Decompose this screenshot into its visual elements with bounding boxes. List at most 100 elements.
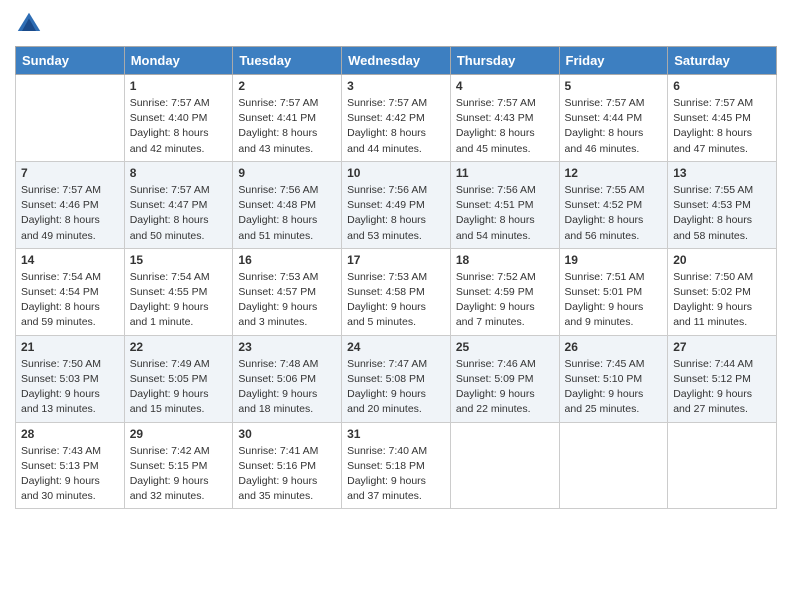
- calendar-cell: 4 Sunrise: 7:57 AM Sunset: 4:43 PM Daylig…: [450, 75, 559, 162]
- cell-info: Sunrise: 7:56 AM Sunset: 4:51 PM Dayligh…: [456, 183, 554, 244]
- day-number: 6: [673, 79, 771, 93]
- calendar-cell: 27 Sunrise: 7:44 AM Sunset: 5:12 PM Dayli…: [668, 335, 777, 422]
- calendar-cell: 10 Sunrise: 7:56 AM Sunset: 4:49 PM Dayli…: [342, 161, 451, 248]
- day-number: 1: [130, 79, 228, 93]
- day-number: 24: [347, 340, 445, 354]
- day-number: 25: [456, 340, 554, 354]
- day-number: 19: [565, 253, 663, 267]
- calendar-cell: 31 Sunrise: 7:40 AM Sunset: 5:18 PM Dayli…: [342, 422, 451, 509]
- day-number: 16: [238, 253, 336, 267]
- day-number: 3: [347, 79, 445, 93]
- cell-info: Sunrise: 7:44 AM Sunset: 5:12 PM Dayligh…: [673, 357, 771, 418]
- day-number: 10: [347, 166, 445, 180]
- calendar-row-1: 7 Sunrise: 7:57 AM Sunset: 4:46 PM Daylig…: [16, 161, 777, 248]
- cell-info: Sunrise: 7:49 AM Sunset: 5:05 PM Dayligh…: [130, 357, 228, 418]
- day-number: 22: [130, 340, 228, 354]
- day-number: 13: [673, 166, 771, 180]
- day-number: 21: [21, 340, 119, 354]
- calendar-cell: [450, 422, 559, 509]
- calendar-cell: 29 Sunrise: 7:42 AM Sunset: 5:15 PM Dayli…: [124, 422, 233, 509]
- calendar-cell: 22 Sunrise: 7:49 AM Sunset: 5:05 PM Dayli…: [124, 335, 233, 422]
- day-number: 23: [238, 340, 336, 354]
- calendar-cell: 13 Sunrise: 7:55 AM Sunset: 4:53 PM Dayli…: [668, 161, 777, 248]
- cell-info: Sunrise: 7:55 AM Sunset: 4:53 PM Dayligh…: [673, 183, 771, 244]
- calendar-header-row: SundayMondayTuesdayWednesdayThursdayFrid…: [16, 47, 777, 75]
- cell-info: Sunrise: 7:51 AM Sunset: 5:01 PM Dayligh…: [565, 270, 663, 331]
- col-header-sunday: Sunday: [16, 47, 125, 75]
- calendar-cell: 30Sunrise: 7:41 AM Sunset: 5:16 PM Dayli…: [233, 422, 342, 509]
- calendar-cell: 25 Sunrise: 7:46 AM Sunset: 5:09 PM Dayli…: [450, 335, 559, 422]
- cell-info: Sunrise: 7:50 AM Sunset: 5:03 PM Dayligh…: [21, 357, 119, 418]
- calendar-cell: 15 Sunrise: 7:54 AM Sunset: 4:55 PM Dayli…: [124, 248, 233, 335]
- day-number: 30: [238, 427, 336, 441]
- cell-info: Sunrise: 7:42 AM Sunset: 5:15 PM Dayligh…: [130, 444, 228, 505]
- cell-info: Sunrise: 7:45 AM Sunset: 5:10 PM Dayligh…: [565, 357, 663, 418]
- calendar-cell: 17 Sunrise: 7:53 AM Sunset: 4:58 PM Dayli…: [342, 248, 451, 335]
- calendar-cell: 6 Sunrise: 7:57 AM Sunset: 4:45 PM Daylig…: [668, 75, 777, 162]
- calendar-cell: 20 Sunrise: 7:50 AM Sunset: 5:02 PM Dayli…: [668, 248, 777, 335]
- col-header-thursday: Thursday: [450, 47, 559, 75]
- day-number: 15: [130, 253, 228, 267]
- calendar-cell: 14 Sunrise: 7:54 AM Sunset: 4:54 PM Dayli…: [16, 248, 125, 335]
- cell-info: Sunrise: 7:57 AM Sunset: 4:45 PM Dayligh…: [673, 96, 771, 157]
- day-number: 27: [673, 340, 771, 354]
- cell-info: Sunrise: 7:47 AM Sunset: 5:08 PM Dayligh…: [347, 357, 445, 418]
- calendar-cell: 12 Sunrise: 7:55 AM Sunset: 4:52 PM Dayli…: [559, 161, 668, 248]
- cell-info: Sunrise: 7:57 AM Sunset: 4:46 PM Dayligh…: [21, 183, 119, 244]
- day-number: 11: [456, 166, 554, 180]
- col-header-saturday: Saturday: [668, 47, 777, 75]
- cell-info: Sunrise: 7:57 AM Sunset: 4:47 PM Dayligh…: [130, 183, 228, 244]
- logo-icon: [15, 10, 43, 38]
- calendar-cell: 18Sunrise: 7:52 AM Sunset: 4:59 PM Dayli…: [450, 248, 559, 335]
- col-header-friday: Friday: [559, 47, 668, 75]
- day-number: 18: [456, 253, 554, 267]
- calendar-row-2: 14 Sunrise: 7:54 AM Sunset: 4:54 PM Dayli…: [16, 248, 777, 335]
- calendar-cell: 3 Sunrise: 7:57 AM Sunset: 4:42 PM Daylig…: [342, 75, 451, 162]
- calendar-cell: 16 Sunrise: 7:53 AM Sunset: 4:57 PM Dayli…: [233, 248, 342, 335]
- day-number: 5: [565, 79, 663, 93]
- cell-info: Sunrise: 7:50 AM Sunset: 5:02 PM Dayligh…: [673, 270, 771, 331]
- col-header-monday: Monday: [124, 47, 233, 75]
- cell-info: Sunrise: 7:46 AM Sunset: 5:09 PM Dayligh…: [456, 357, 554, 418]
- day-number: 31: [347, 427, 445, 441]
- day-number: 4: [456, 79, 554, 93]
- calendar-cell: 26Sunrise: 7:45 AM Sunset: 5:10 PM Dayli…: [559, 335, 668, 422]
- cell-info: Sunrise: 7:53 AM Sunset: 4:58 PM Dayligh…: [347, 270, 445, 331]
- cell-info: Sunrise: 7:43 AM Sunset: 5:13 PM Dayligh…: [21, 444, 119, 505]
- day-number: 8: [130, 166, 228, 180]
- cell-info: Sunrise: 7:40 AM Sunset: 5:18 PM Dayligh…: [347, 444, 445, 505]
- calendar-cell: 8 Sunrise: 7:57 AM Sunset: 4:47 PM Daylig…: [124, 161, 233, 248]
- cell-info: Sunrise: 7:53 AM Sunset: 4:57 PM Dayligh…: [238, 270, 336, 331]
- cell-info: Sunrise: 7:54 AM Sunset: 4:55 PM Dayligh…: [130, 270, 228, 331]
- cell-info: Sunrise: 7:57 AM Sunset: 4:41 PM Dayligh…: [238, 96, 336, 157]
- calendar-row-0: 1 Sunrise: 7:57 AM Sunset: 4:40 PM Daylig…: [16, 75, 777, 162]
- page-header: [15, 10, 777, 38]
- calendar-cell: 9Sunrise: 7:56 AM Sunset: 4:48 PM Daylig…: [233, 161, 342, 248]
- day-number: 20: [673, 253, 771, 267]
- day-number: 9: [238, 166, 336, 180]
- calendar-cell: 21 Sunrise: 7:50 AM Sunset: 5:03 PM Dayli…: [16, 335, 125, 422]
- cell-info: Sunrise: 7:54 AM Sunset: 4:54 PM Dayligh…: [21, 270, 119, 331]
- calendar-table: SundayMondayTuesdayWednesdayThursdayFrid…: [15, 46, 777, 509]
- calendar-row-3: 21 Sunrise: 7:50 AM Sunset: 5:03 PM Dayli…: [16, 335, 777, 422]
- calendar-cell: 5Sunrise: 7:57 AM Sunset: 4:44 PM Daylig…: [559, 75, 668, 162]
- day-number: 12: [565, 166, 663, 180]
- logo: [15, 10, 47, 38]
- day-number: 28: [21, 427, 119, 441]
- cell-info: Sunrise: 7:57 AM Sunset: 4:43 PM Dayligh…: [456, 96, 554, 157]
- calendar-cell: 1 Sunrise: 7:57 AM Sunset: 4:40 PM Daylig…: [124, 75, 233, 162]
- col-header-wednesday: Wednesday: [342, 47, 451, 75]
- col-header-tuesday: Tuesday: [233, 47, 342, 75]
- day-number: 14: [21, 253, 119, 267]
- calendar-cell: 23Sunrise: 7:48 AM Sunset: 5:06 PM Dayli…: [233, 335, 342, 422]
- calendar-cell: [16, 75, 125, 162]
- calendar-cell: 19 Sunrise: 7:51 AM Sunset: 5:01 PM Dayli…: [559, 248, 668, 335]
- day-number: 7: [21, 166, 119, 180]
- cell-info: Sunrise: 7:57 AM Sunset: 4:40 PM Dayligh…: [130, 96, 228, 157]
- day-number: 29: [130, 427, 228, 441]
- calendar-cell: [668, 422, 777, 509]
- cell-info: Sunrise: 7:55 AM Sunset: 4:52 PM Dayligh…: [565, 183, 663, 244]
- cell-info: Sunrise: 7:57 AM Sunset: 4:42 PM Dayligh…: [347, 96, 445, 157]
- cell-info: Sunrise: 7:56 AM Sunset: 4:49 PM Dayligh…: [347, 183, 445, 244]
- day-number: 17: [347, 253, 445, 267]
